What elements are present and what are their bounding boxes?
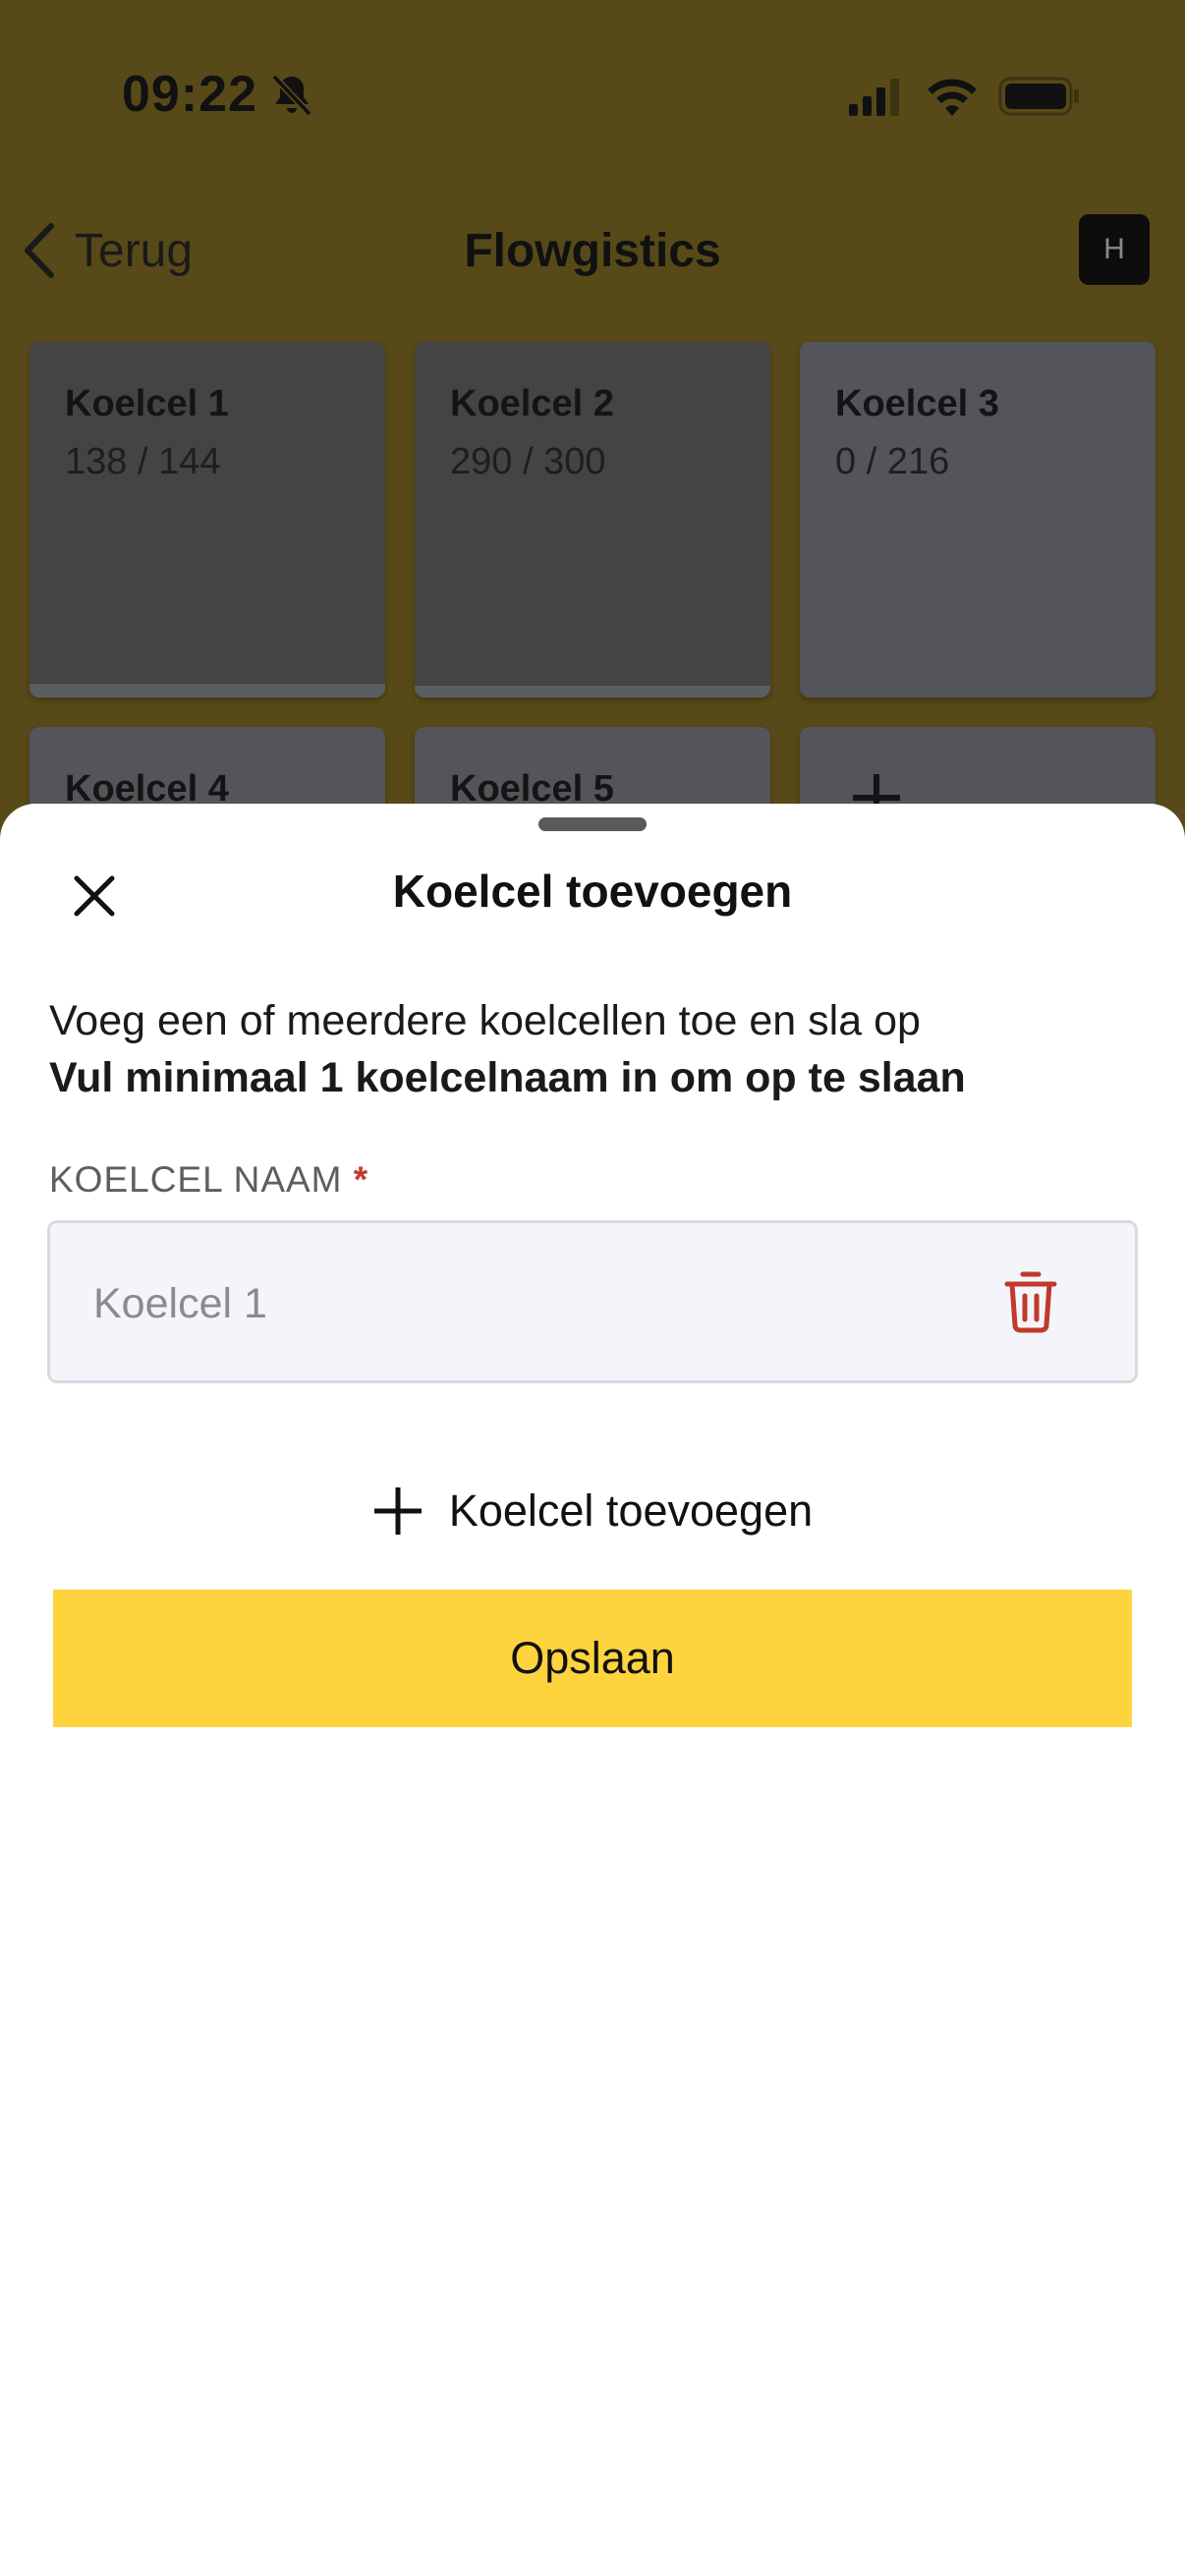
sheet-grabber[interactable] bbox=[538, 817, 647, 831]
koelcel-card-count: 290 / 300 bbox=[450, 441, 606, 482]
koelcel-card[interactable]: Koelcel 1 138 / 144 bbox=[29, 342, 385, 698]
sheet-title: Koelcel toevoegen bbox=[392, 866, 793, 917]
field-label-text: KOELCEL NAAM bbox=[49, 1159, 343, 1200]
add-koelcel-row-button[interactable]: Koelcel toevoegen bbox=[0, 1472, 1185, 1550]
delete-row-button[interactable] bbox=[997, 1266, 1064, 1337]
sheet-description: Voeg een of meerdere koelcellen toe en s… bbox=[49, 992, 966, 1106]
add-row-label: Koelcel toevoegen bbox=[448, 1485, 814, 1536]
koelcel-card[interactable]: Koelcel 2 290 / 300 bbox=[415, 342, 770, 698]
required-marker: * bbox=[353, 1159, 369, 1200]
koelcel-card-name: Koelcel 3 bbox=[835, 383, 999, 424]
save-button[interactable]: Opslaan bbox=[53, 1590, 1132, 1727]
plus-icon bbox=[373, 1487, 422, 1535]
description-requirement: Vul minimaal 1 koelcelnaam in om op te s… bbox=[49, 1054, 966, 1101]
koelcel-name-input[interactable] bbox=[93, 1274, 978, 1333]
koelcel-card-capacity-bar bbox=[415, 686, 770, 698]
description-text: Voeg een of meerdere koelcellen toe en s… bbox=[49, 997, 921, 1044]
koelcel-card-name: Koelcel 2 bbox=[450, 383, 614, 424]
koelcel-card-count: 0 / 216 bbox=[835, 441, 950, 482]
koelcel-card-count: 138 / 144 bbox=[65, 441, 221, 482]
koelcel-card-name: Koelcel 1 bbox=[65, 383, 229, 424]
koelcel-card-capacity-bar bbox=[29, 684, 385, 698]
koelcel-grid: Koelcel 1 138 / 144 Koelcel 2 290 / 300 … bbox=[0, 0, 1185, 1083]
trash-icon bbox=[1004, 1271, 1057, 1333]
koelcel-card[interactable]: Koelcel 3 0 / 216 bbox=[800, 342, 1156, 698]
koelcel-name-field bbox=[47, 1220, 1138, 1383]
add-koelcel-sheet: Koelcel toevoegen Voeg een of meerdere k… bbox=[0, 804, 1185, 2576]
field-label: KOELCEL NAAM * bbox=[49, 1159, 368, 1201]
